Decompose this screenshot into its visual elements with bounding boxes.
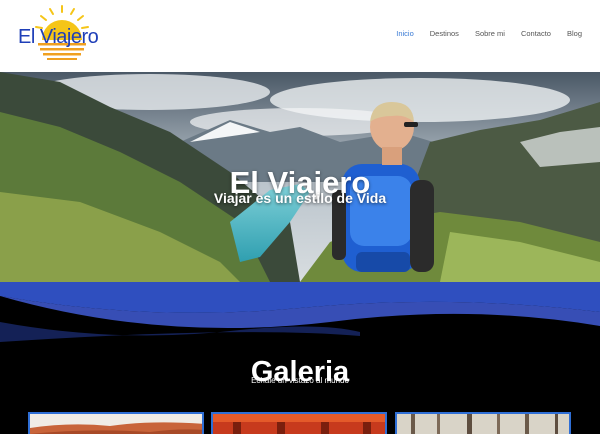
forest-image [397, 414, 569, 434]
nav-item-contacto[interactable]: Contacto [521, 29, 551, 38]
gallery-thumb-forest[interactable] [395, 412, 571, 434]
nav-item-inicio[interactable]: Inicio [396, 29, 414, 38]
main-nav: Inicio Destinos Sobre mi Contacto Blog [380, 29, 582, 38]
nav-item-sobre-mi[interactable]: Sobre mi [475, 29, 505, 38]
gallery-thumb-desert[interactable] [28, 412, 204, 434]
wave-divider [0, 282, 600, 342]
gallery-section: Galeria Echale un vistazo al mundo [0, 282, 600, 434]
gallery-subtitle: Echale un vistazo al mundo [251, 376, 349, 385]
desert-image [30, 414, 202, 434]
torii-gates-image [213, 414, 385, 434]
hero-banner: El Viajero Viajar es un estilo de Vida [0, 72, 600, 282]
gallery-thumb-torii[interactable] [211, 412, 387, 434]
logo-text: El Viajero [18, 26, 99, 48]
site-logo[interactable]: El Viajero [16, 4, 108, 64]
site-header: El Viajero Inicio Destinos Sobre mi Cont… [0, 0, 600, 72]
hero-subtitle: Viajar es un estilo de Vida [213, 190, 387, 206]
nav-item-blog[interactable]: Blog [567, 29, 582, 38]
nav-item-destinos[interactable]: Destinos [430, 29, 459, 38]
